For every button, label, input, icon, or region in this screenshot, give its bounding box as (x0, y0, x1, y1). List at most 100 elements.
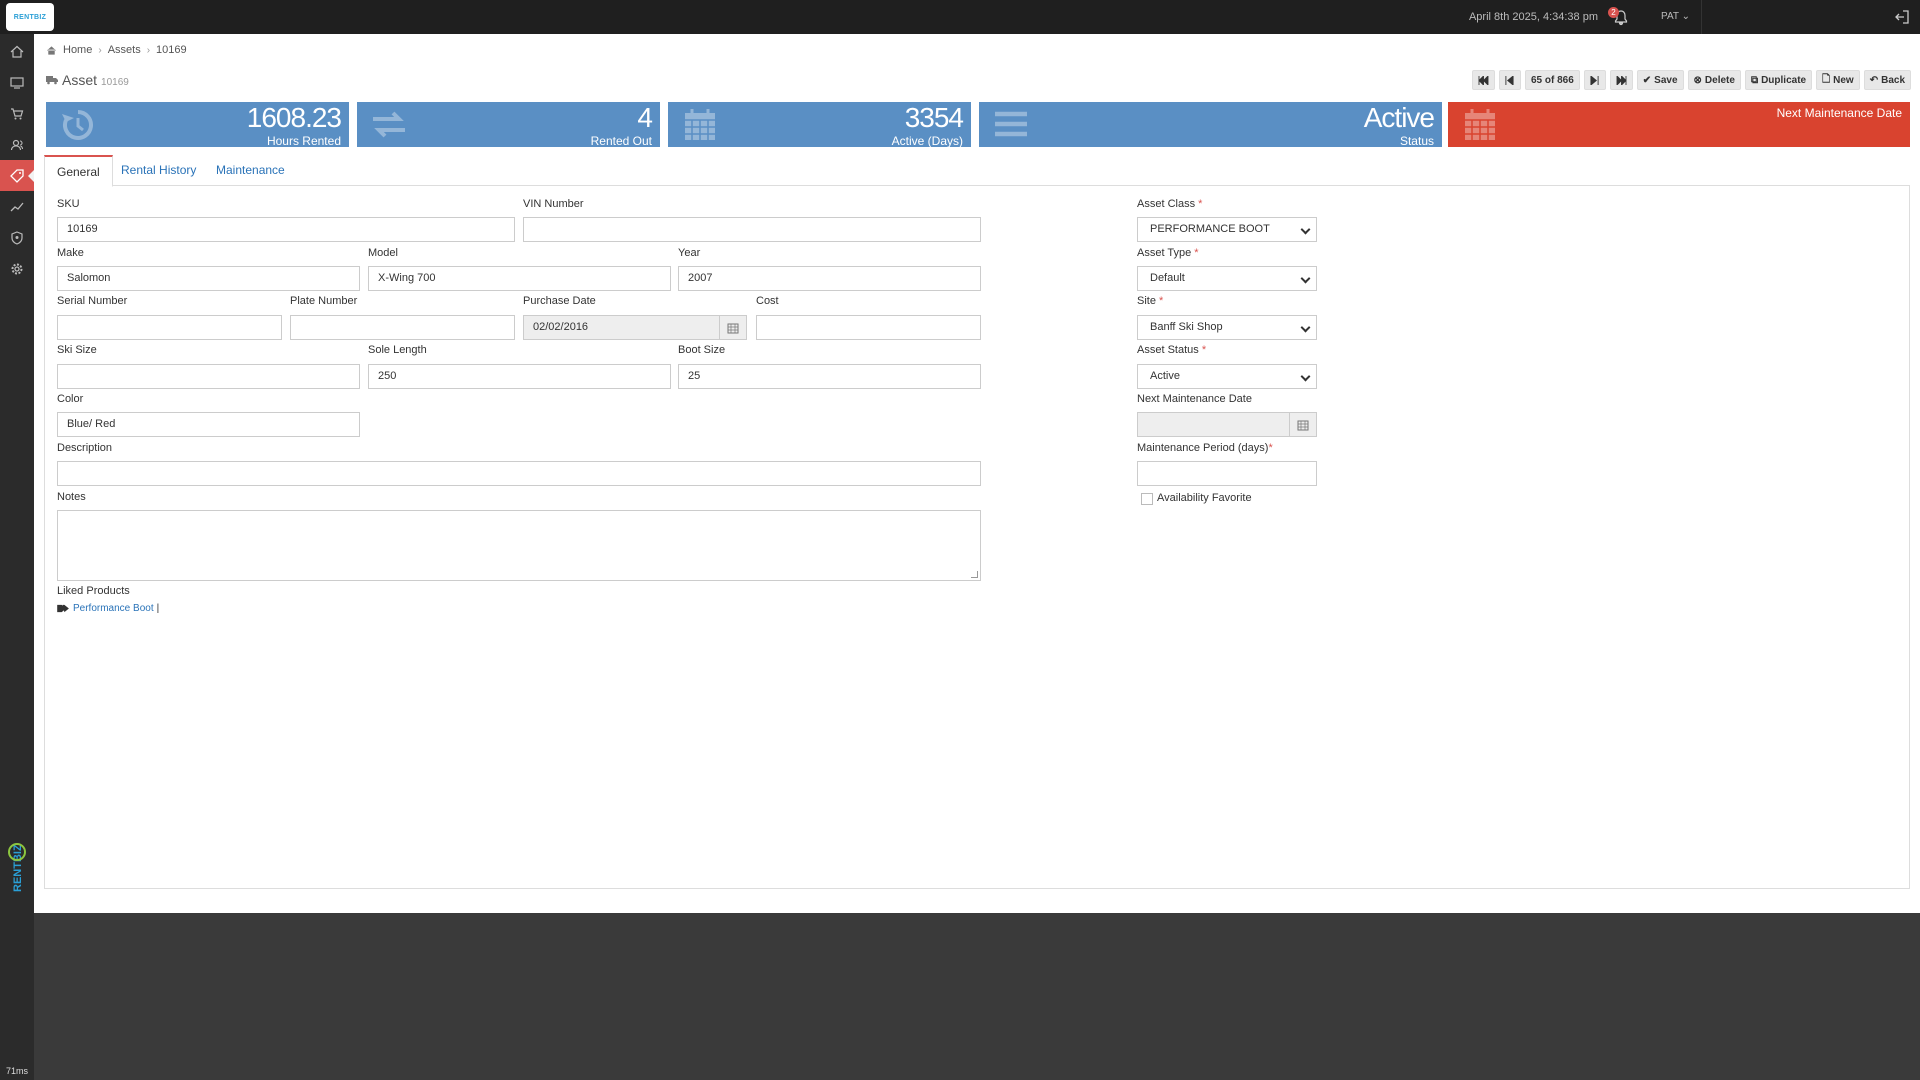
tab-general[interactable]: General (44, 155, 113, 187)
model-label: Model (368, 247, 398, 259)
sole-length-input[interactable]: 250 (368, 364, 671, 389)
required-marker: * (1201, 344, 1207, 356)
asset-type-select[interactable]: Default (1137, 266, 1317, 291)
required-marker: * (1198, 198, 1203, 210)
previous-icon (1505, 75, 1515, 85)
next-maintenance-card: Next Maintenance Date (1448, 102, 1910, 147)
description-input[interactable] (57, 461, 981, 486)
next-maintenance-calendar-button[interactable] (1289, 412, 1317, 437)
asset-status-select[interactable]: Active (1137, 364, 1317, 389)
left-sidebar: RENTBIZ 71ms ? (0, 34, 34, 1080)
required-marker: * (1159, 295, 1164, 307)
delete-button[interactable]: ⊗ Delete (1687, 70, 1741, 90)
model-input[interactable]: X-Wing 700 (368, 266, 671, 291)
liked-products-label: Liked Products (57, 585, 130, 597)
cart-icon[interactable] (0, 98, 34, 129)
asset-type-label: Asset Type * (1137, 247, 1199, 259)
notes-textarea[interactable] (57, 510, 981, 581)
site-label: Site * (1137, 295, 1163, 307)
history-icon (62, 110, 93, 140)
breadcrumb-assets[interactable]: Assets (108, 44, 141, 56)
boot-size-input[interactable]: 25 (678, 364, 981, 389)
next-record-button[interactable] (1583, 70, 1606, 90)
next-maintenance-date-label: Next Maintenance Date (1137, 393, 1252, 405)
monitor-icon[interactable] (0, 67, 34, 98)
notifications-bell-icon[interactable]: 2 (1608, 7, 1630, 27)
reply-icon: ↶ (1869, 74, 1879, 86)
color-input[interactable]: Blue/ Red (57, 412, 360, 437)
chart-icon[interactable] (0, 191, 34, 222)
save-button[interactable]: ✔ Save (1636, 70, 1684, 90)
ski-size-label: Ski Size (57, 344, 97, 356)
liked-product-link[interactable]: Performance Boot (73, 603, 154, 614)
brand-text: RENTBIZ (12, 844, 24, 892)
required-marker: * (1194, 247, 1199, 259)
site-select[interactable]: Banff Ski Shop (1137, 315, 1317, 340)
asset-status-label: Asset Status * (1137, 344, 1206, 356)
status-value: Active (1363, 102, 1435, 133)
tab-maintenance[interactable]: Maintenance (204, 155, 297, 186)
check-icon: ✔ (1642, 74, 1652, 86)
rented-out-value: 4 (637, 102, 653, 133)
purchase-date-label: Purchase Date (523, 295, 596, 307)
availability-favorite-checkbox[interactable] (1141, 493, 1153, 505)
tab-rental-history[interactable]: Rental History (109, 155, 208, 186)
asset-class-select[interactable]: PERFORMANCE BOOT (1137, 217, 1317, 242)
previous-record-button[interactable] (1498, 70, 1521, 90)
new-label: New (1833, 74, 1854, 86)
back-button[interactable]: ↶ Back (1863, 70, 1911, 90)
liked-products-list: Performance Boot | (57, 603, 159, 614)
next-maintenance-date-input[interactable] (1137, 412, 1290, 437)
new-button[interactable]: 🗋 New (1816, 70, 1860, 90)
duplicate-button[interactable]: ⧉ Duplicate (1744, 70, 1813, 90)
breadcrumb-current: 10169 (156, 44, 187, 56)
cost-label: Cost (756, 295, 779, 307)
app-logo[interactable]: RENTBIZ (6, 3, 54, 31)
ski-size-input[interactable] (57, 364, 360, 389)
first-record-button[interactable] (1471, 70, 1495, 90)
first-icon (1478, 75, 1489, 85)
maintenance-period-label-text: Maintenance Period (days) (1137, 442, 1269, 454)
page-title: Asset 10169 (46, 72, 129, 88)
sku-label: SKU (57, 198, 80, 210)
breadcrumb-home[interactable]: Home (63, 44, 92, 56)
cost-input[interactable] (756, 315, 981, 340)
notification-badge: 2 (1608, 7, 1619, 18)
sku-input[interactable]: 10169 (57, 217, 515, 242)
users-icon[interactable] (0, 129, 34, 160)
bars-icon (995, 111, 1027, 137)
tag-icon[interactable] (0, 160, 34, 191)
home-icon[interactable] (0, 36, 34, 67)
plate-number-input[interactable] (290, 315, 515, 340)
serial-number-input[interactable] (57, 315, 282, 340)
truck-icon (46, 76, 58, 85)
delete-label: Delete (1704, 74, 1735, 86)
active-days-value: 3354 (904, 102, 964, 133)
active-days-label: Active (Days) (891, 134, 963, 148)
plate-number-label: Plate Number (290, 295, 358, 307)
vin-input[interactable] (523, 217, 981, 242)
notes-label: Notes (57, 491, 86, 503)
purchase-date-calendar-button[interactable] (719, 315, 747, 340)
make-input[interactable]: Salomon (57, 266, 360, 291)
serial-number-label: Serial Number (57, 295, 128, 307)
logout-icon[interactable] (1894, 9, 1910, 25)
tags-icon (57, 604, 69, 613)
page-title-id: 10169 (101, 77, 129, 88)
page-title-label: Asset (62, 72, 98, 88)
last-record-button[interactable] (1609, 70, 1633, 90)
render-timing: 71ms (6, 1066, 29, 1076)
asset-class-label: Asset Class * (1137, 198, 1202, 210)
home-breadcrumb-icon (46, 45, 57, 55)
sole-length-label: Sole Length (368, 344, 427, 356)
top-bar: RENTBIZ April 8th 2025, 4:34:38 pm 2 PAT (0, 0, 1920, 34)
calendar-icon (685, 109, 715, 140)
gear-icon[interactable] (0, 253, 34, 284)
user-menu[interactable]: PAT (1661, 11, 1690, 22)
maintenance-period-input[interactable] (1137, 461, 1317, 486)
year-input[interactable]: 2007 (678, 266, 981, 291)
availability-favorite-label: Availability Favorite (1157, 492, 1252, 504)
year-label: Year (678, 247, 701, 259)
purchase-date-input[interactable]: 02/02/2016 (523, 315, 720, 340)
shield-icon[interactable] (0, 222, 34, 253)
